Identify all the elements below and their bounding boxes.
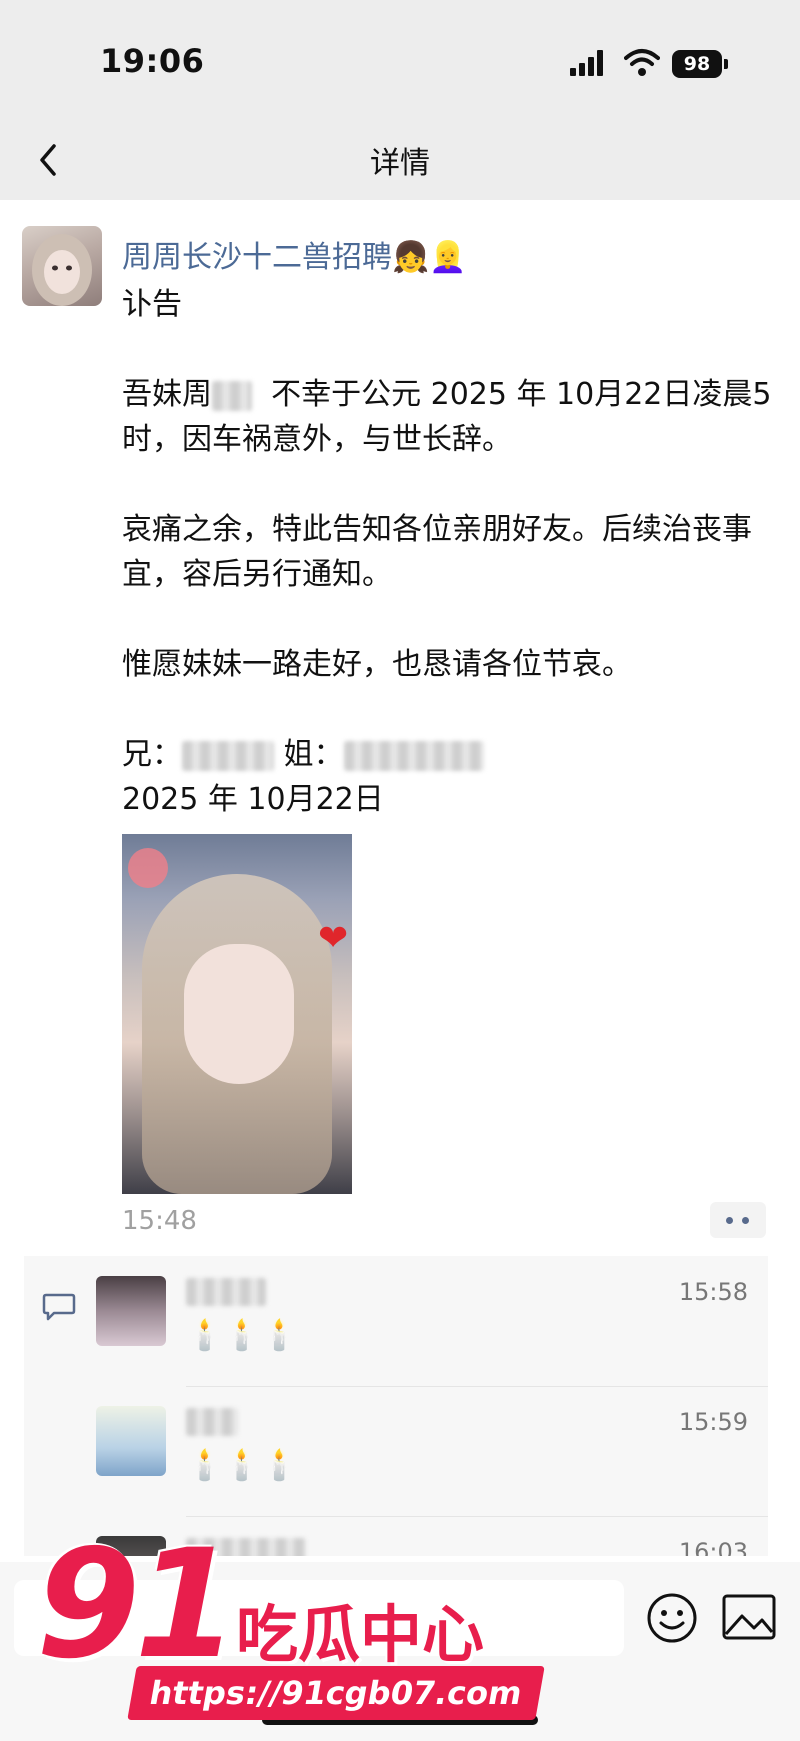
sister-label: 姐： — [283, 737, 344, 772]
post-paragraph-3: 惟愿妹妹一路走好，也恳请各位节哀。 — [122, 647, 632, 682]
battery-tip — [724, 59, 728, 69]
author-name-text: 周周长沙十二兽招聘 — [122, 240, 392, 275]
redacted-name — [212, 380, 252, 411]
photo-decor — [128, 848, 168, 888]
page-title: 详情 — [370, 146, 430, 181]
author-avatar[interactable] — [22, 226, 102, 306]
post-body: 讣告 吾妹周 不幸于公元 2025 年 10月22日凌晨5时，因车祸意外，与世长… — [122, 282, 772, 822]
brother-label: 兄： — [122, 737, 182, 772]
redacted-brother — [182, 740, 274, 771]
watermark-name: 吃瓜中心 — [236, 1598, 485, 1671]
post-paragraph-1: 吾妹周 不幸于公元 2025 年 10月22日凌晨5时，因车祸意外，与世长辞。 — [122, 372, 772, 462]
status-bar: 19:06 98 — [0, 0, 800, 120]
wifi-icon — [624, 49, 660, 76]
watermark-logo: 91 吃瓜中心 https://91cgb07.com — [36, 1518, 545, 1730]
nav-bar: 详情 — [0, 120, 800, 200]
status-time: 19:06 — [100, 42, 205, 80]
image-icon[interactable] — [722, 1594, 776, 1640]
paragraph-1-start: 吾妹周 — [122, 377, 212, 412]
post-paragraph-2: 哀痛之余，特此告知各位亲朋好友。后续治丧事宜，容后另行通知。 — [122, 512, 752, 592]
author-emoji: 👧👱‍♀️ — [392, 240, 467, 275]
watermark-number: 91 — [36, 1518, 239, 1692]
comments-section: 🕯️🕯️🕯️ 15:58 🕯️🕯️🕯️ 15:59 16:03 — [24, 1256, 768, 1556]
comment-text: 🕯️🕯️🕯️ — [186, 1318, 299, 1353]
watermark-url: https://91cgb07.com — [127, 1666, 545, 1720]
comment-icon — [42, 1293, 76, 1321]
post-signature: 兄： 姐： — [122, 732, 772, 777]
redacted-sister — [343, 740, 484, 771]
post-photo[interactable]: ❤ — [122, 834, 352, 1194]
post-time: 15:48 — [122, 1206, 197, 1236]
post-title: 讣告 — [122, 287, 182, 322]
comment-item[interactable]: 🕯️🕯️🕯️ 15:58 — [96, 1256, 768, 1386]
post-date: 2025 年 10月22日 — [122, 782, 384, 817]
commenter-name[interactable] — [186, 1278, 266, 1306]
battery-icon: 98 — [672, 50, 722, 78]
comment-item[interactable]: 🕯️🕯️🕯️ 15:59 — [96, 1386, 768, 1516]
more-options-button[interactable] — [710, 1202, 766, 1238]
comment-text: 🕯️🕯️🕯️ — [186, 1448, 299, 1483]
comment-time: 16:03 — [678, 1538, 748, 1556]
heart-icon: ❤ — [318, 918, 349, 959]
commenter-name[interactable] — [186, 1408, 238, 1436]
commenter-avatar[interactable] — [96, 1276, 166, 1346]
emoji-icon[interactable] — [646, 1592, 698, 1644]
author-name[interactable]: 周周长沙十二兽招聘👧👱‍♀️ — [122, 232, 467, 276]
comment-time: 15:58 — [678, 1278, 748, 1306]
commenter-avatar[interactable] — [96, 1406, 166, 1476]
photo-face — [184, 944, 294, 1084]
comment-time: 15:59 — [678, 1408, 748, 1436]
signal-icon — [570, 50, 606, 76]
